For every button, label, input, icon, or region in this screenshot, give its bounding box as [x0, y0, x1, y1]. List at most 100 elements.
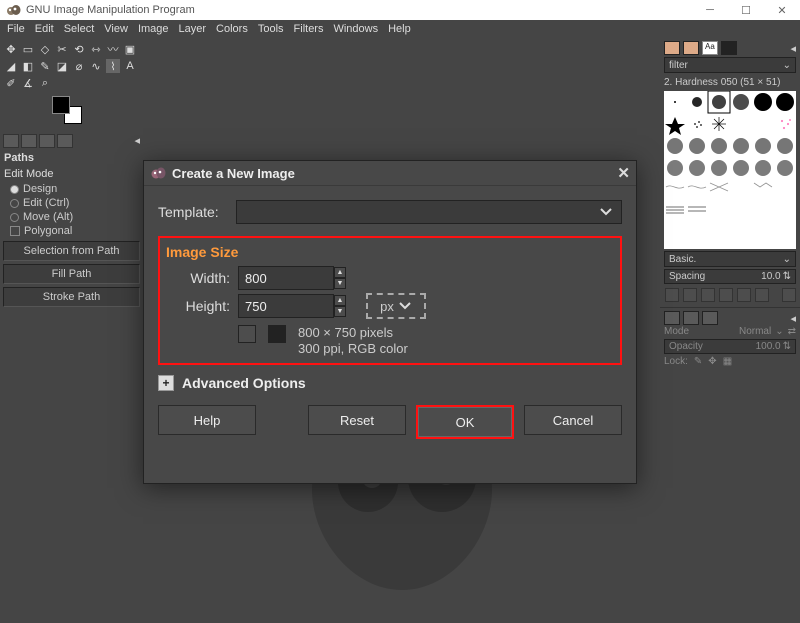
tool-options-tab-icon[interactable] [3, 134, 19, 148]
lock-position-icon[interactable]: ✥ [708, 356, 716, 367]
width-spin[interactable]: ▲▼ [334, 267, 346, 289]
brush-grid[interactable] [664, 91, 796, 249]
menu-tools[interactable]: Tools [253, 22, 289, 36]
brush-preset-label[interactable]: Basic. [669, 254, 783, 265]
lock-alpha-icon[interactable]: ▦ [723, 356, 732, 367]
panel-menu-icon[interactable]: ◂ [134, 134, 140, 148]
cancel-button[interactable]: Cancel [524, 405, 622, 435]
mode-edit[interactable]: Edit (Ctrl) [0, 196, 143, 210]
mode-switch-icon[interactable]: ⇄ [788, 326, 796, 337]
stroke-path-button[interactable]: Stroke Path [3, 287, 140, 307]
landscape-orientation-icon[interactable] [268, 325, 286, 343]
chevron-down-icon[interactable]: ⌄ [783, 254, 791, 265]
portrait-orientation-icon[interactable] [238, 325, 256, 343]
menu-filters[interactable]: Filters [289, 22, 329, 36]
lock-label: Lock: [664, 356, 688, 367]
spin-up-icon[interactable]: ▲ [334, 267, 346, 278]
help-button[interactable]: Help [158, 405, 256, 435]
menu-edit[interactable]: Edit [30, 22, 59, 36]
brushes-tab-icon[interactable] [664, 41, 680, 55]
ok-button[interactable]: OK [418, 407, 512, 437]
tool-crop-icon[interactable]: ✂ [55, 42, 69, 56]
menu-image[interactable]: Image [133, 22, 174, 36]
panel-menu-icon[interactable]: ◂ [790, 42, 796, 55]
open-as-image-button[interactable] [755, 288, 769, 302]
chevron-updown-icon[interactable]: ⇅ [783, 341, 791, 352]
brush-filter-label[interactable]: filter [669, 60, 783, 71]
tool-cage-icon[interactable]: ▣ [123, 42, 137, 56]
template-select[interactable] [236, 200, 622, 224]
tool-clone-icon[interactable]: ⌀ [72, 59, 86, 73]
height-spin[interactable]: ▲▼ [334, 295, 346, 317]
reset-button[interactable]: Reset [308, 405, 406, 435]
tool-zoom-icon[interactable]: ⌕ [38, 76, 52, 90]
tool-color-picker-icon[interactable]: ✐ [4, 76, 18, 90]
tool-measure-icon[interactable]: ∡ [21, 76, 35, 90]
refresh-brush-button[interactable] [737, 288, 751, 302]
advanced-options-expander[interactable]: + Advanced Options [158, 375, 622, 391]
fill-path-button[interactable]: Fill Path [3, 264, 140, 284]
spin-down-icon[interactable]: ▼ [334, 306, 346, 317]
tool-rect-select-icon[interactable]: ▭ [21, 42, 35, 56]
menu-windows[interactable]: Windows [328, 22, 383, 36]
width-input[interactable]: 800 [238, 266, 334, 290]
menu-colors[interactable]: Colors [211, 22, 253, 36]
radio-dot-icon [10, 185, 19, 194]
menu-view[interactable]: View [99, 22, 133, 36]
tool-warp-icon[interactable]: 〰 [106, 42, 120, 56]
duplicate-brush-button[interactable] [701, 288, 715, 302]
menu-file[interactable]: File [2, 22, 30, 36]
tool-gradient-icon[interactable]: ◧ [21, 59, 35, 73]
tool-bucket-icon[interactable]: ◢ [4, 59, 18, 73]
lock-pixels-icon[interactable]: ✎ [694, 356, 702, 367]
patterns-tab-icon[interactable] [683, 41, 699, 55]
tool-pencil-icon[interactable]: ✎ [38, 59, 52, 73]
menu-help[interactable]: Help [383, 22, 416, 36]
selection-from-path-button[interactable]: Selection from Path [3, 241, 140, 261]
tool-rotate-icon[interactable]: ⟲ [72, 42, 86, 56]
paths-tab-icon[interactable] [702, 311, 718, 325]
width-label: Width: [166, 270, 238, 286]
polygonal-checkbox[interactable]: Polygonal [0, 224, 143, 238]
chevron-updown-icon[interactable]: ⇅ [783, 271, 791, 282]
undo-history-tab-icon[interactable] [39, 134, 55, 148]
tool-eraser-icon[interactable]: ◪ [55, 59, 69, 73]
spin-up-icon[interactable]: ▲ [334, 295, 346, 306]
window-maximize-button[interactable]: ☐ [728, 0, 764, 20]
fg-bg-color-chooser[interactable] [52, 96, 82, 124]
unit-select[interactable]: px [366, 293, 426, 319]
dialog-close-button[interactable]: ✕ [617, 164, 630, 182]
channels-tab-icon[interactable] [683, 311, 699, 325]
fg-color-swatch[interactable] [52, 96, 70, 114]
menu-layer[interactable]: Layer [174, 22, 212, 36]
mode-move[interactable]: Move (Alt) [0, 210, 143, 224]
brush-menu-button[interactable] [782, 288, 796, 302]
chevron-down-icon[interactable]: ⌄ [783, 60, 791, 71]
new-brush-button[interactable] [683, 288, 697, 302]
window-close-button[interactable]: ✕ [764, 0, 800, 20]
tool-move-icon[interactable]: ✥ [4, 42, 18, 56]
chevron-down-icon[interactable]: ⌄ [775, 326, 783, 337]
tool-text-icon[interactable]: A [123, 59, 137, 73]
mode-design[interactable]: Design [0, 182, 143, 196]
spacing-value[interactable]: 10.0 [761, 271, 780, 282]
layer-mode-value[interactable]: Normal [739, 326, 771, 337]
layers-tab-icon[interactable] [664, 311, 680, 325]
edit-brush-button[interactable] [665, 288, 679, 302]
history-tab-icon[interactable] [721, 41, 737, 55]
device-status-tab-icon[interactable] [21, 134, 37, 148]
height-input[interactable]: 750 [238, 294, 334, 318]
menu-select[interactable]: Select [59, 22, 100, 36]
delete-brush-button[interactable] [719, 288, 733, 302]
panel-menu-icon[interactable]: ◂ [790, 312, 796, 325]
info-color: 300 ppi, RGB color [298, 341, 408, 357]
opacity-value[interactable]: 100.0 [756, 341, 781, 352]
spin-down-icon[interactable]: ▼ [334, 278, 346, 289]
images-tab-icon[interactable] [57, 134, 73, 148]
tool-flip-icon[interactable]: ⇿ [89, 42, 103, 56]
fonts-tab-icon[interactable]: Aa [702, 41, 718, 55]
window-minimize-button[interactable]: ─ [692, 0, 728, 20]
tool-paths-icon[interactable]: ⌇ [106, 59, 120, 73]
tool-free-select-icon[interactable]: ◇ [38, 42, 52, 56]
tool-smudge-icon[interactable]: ∿ [89, 59, 103, 73]
